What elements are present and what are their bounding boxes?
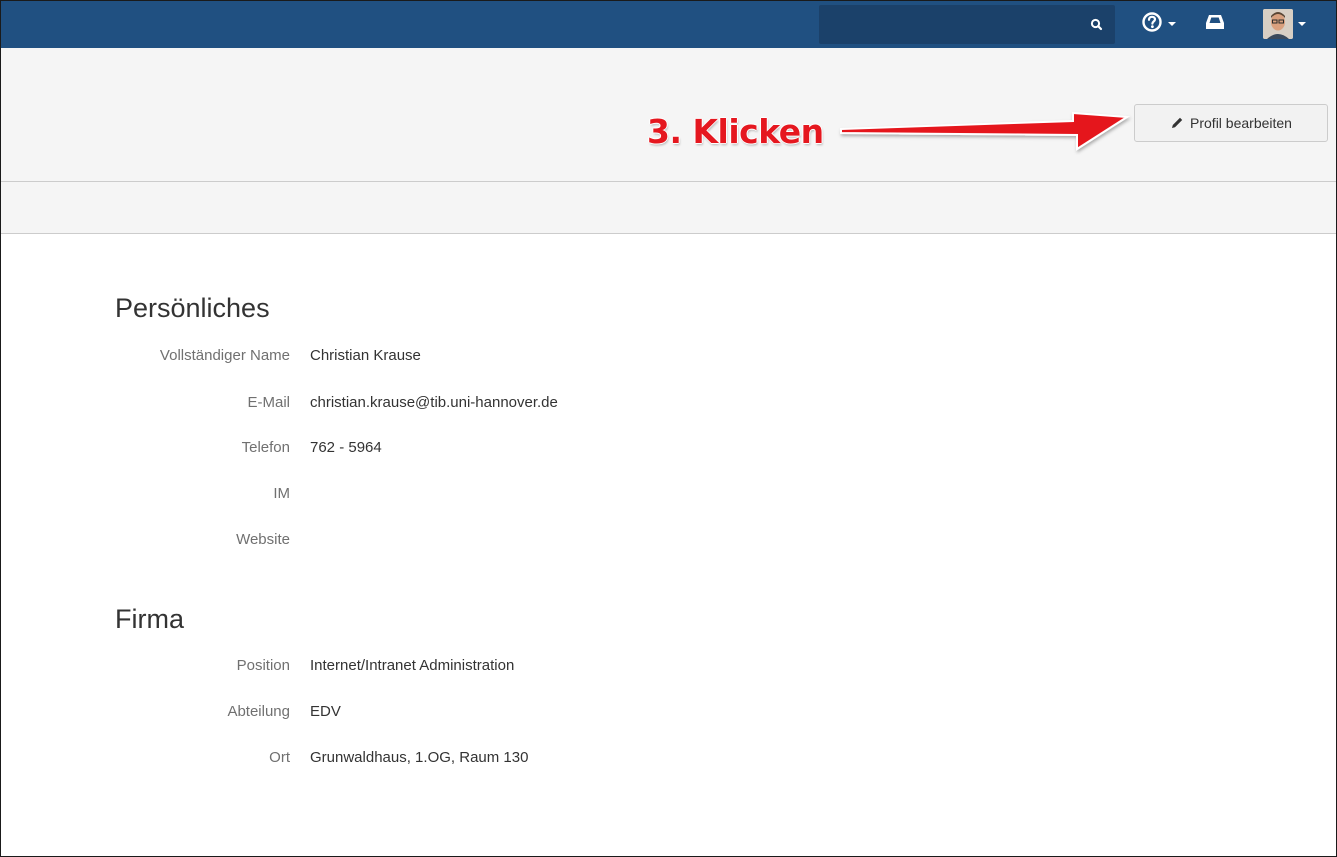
field-label: Vollständiger Name: [159, 347, 290, 364]
annotation-text: 3. Klicken: [647, 112, 824, 151]
field-row-department: Abteilung EDV: [1, 701, 1001, 723]
field-row-email: E-Mail christian.krause@tib.uni-hannover…: [1, 392, 1001, 414]
secondary-toolbar: [1, 182, 1336, 234]
field-label: Website: [236, 531, 290, 548]
field-value: Grunwaldhaus, 1.OG, Raum 130: [310, 749, 529, 766]
search-box[interactable]: [819, 5, 1115, 44]
profile-page: 3. Klicken Profil bearbeiten Persönliche…: [0, 0, 1337, 857]
field-label: E-Mail: [247, 394, 290, 411]
field-row-website: Website: [1, 529, 1001, 551]
field-label: IM: [273, 485, 290, 502]
field-label: Ort: [269, 749, 290, 766]
annotation-arrow: [840, 111, 1131, 151]
field-row-position: Position Internet/Intranet Administratio…: [1, 655, 1001, 677]
section-title-company: Firma: [115, 604, 184, 634]
user-menu-button[interactable]: [1263, 7, 1319, 41]
field-label: Abteilung: [227, 703, 290, 720]
field-value: 762 - 5964: [310, 439, 382, 456]
edit-profile-label: Profil bearbeiten: [1190, 115, 1292, 131]
field-value: Internet/Intranet Administration: [310, 657, 515, 674]
notifications-icon: [1205, 13, 1225, 36]
top-navigation-bar: [1, 1, 1336, 48]
pencil-icon: [1170, 116, 1184, 130]
search-icon[interactable]: [1089, 17, 1105, 33]
help-menu-button[interactable]: [1141, 7, 1183, 41]
chevron-down-icon: [1168, 22, 1176, 26]
field-row-location: Ort Grunwaldhaus, 1.OG, Raum 130: [1, 747, 1001, 769]
help-icon: [1141, 11, 1163, 38]
avatar: [1263, 9, 1293, 39]
field-label: Position: [236, 657, 290, 674]
field-row-full-name: Vollständiger Name Christian Krause: [1, 345, 1001, 367]
field-value: Christian Krause: [310, 347, 421, 364]
field-value: christian.krause@tib.uni-hannover.de: [310, 394, 558, 411]
edit-profile-button[interactable]: Profil bearbeiten: [1134, 104, 1328, 142]
notifications-button[interactable]: [1205, 7, 1235, 41]
field-row-im: IM: [1, 483, 1001, 505]
field-label: Telefon: [241, 439, 290, 456]
chevron-down-icon: [1298, 22, 1306, 26]
search-input[interactable]: [819, 5, 1079, 44]
section-title-personal: Persönliches: [115, 293, 270, 323]
field-value: EDV: [310, 703, 341, 720]
field-row-phone: Telefon 762 - 5964: [1, 437, 1001, 459]
